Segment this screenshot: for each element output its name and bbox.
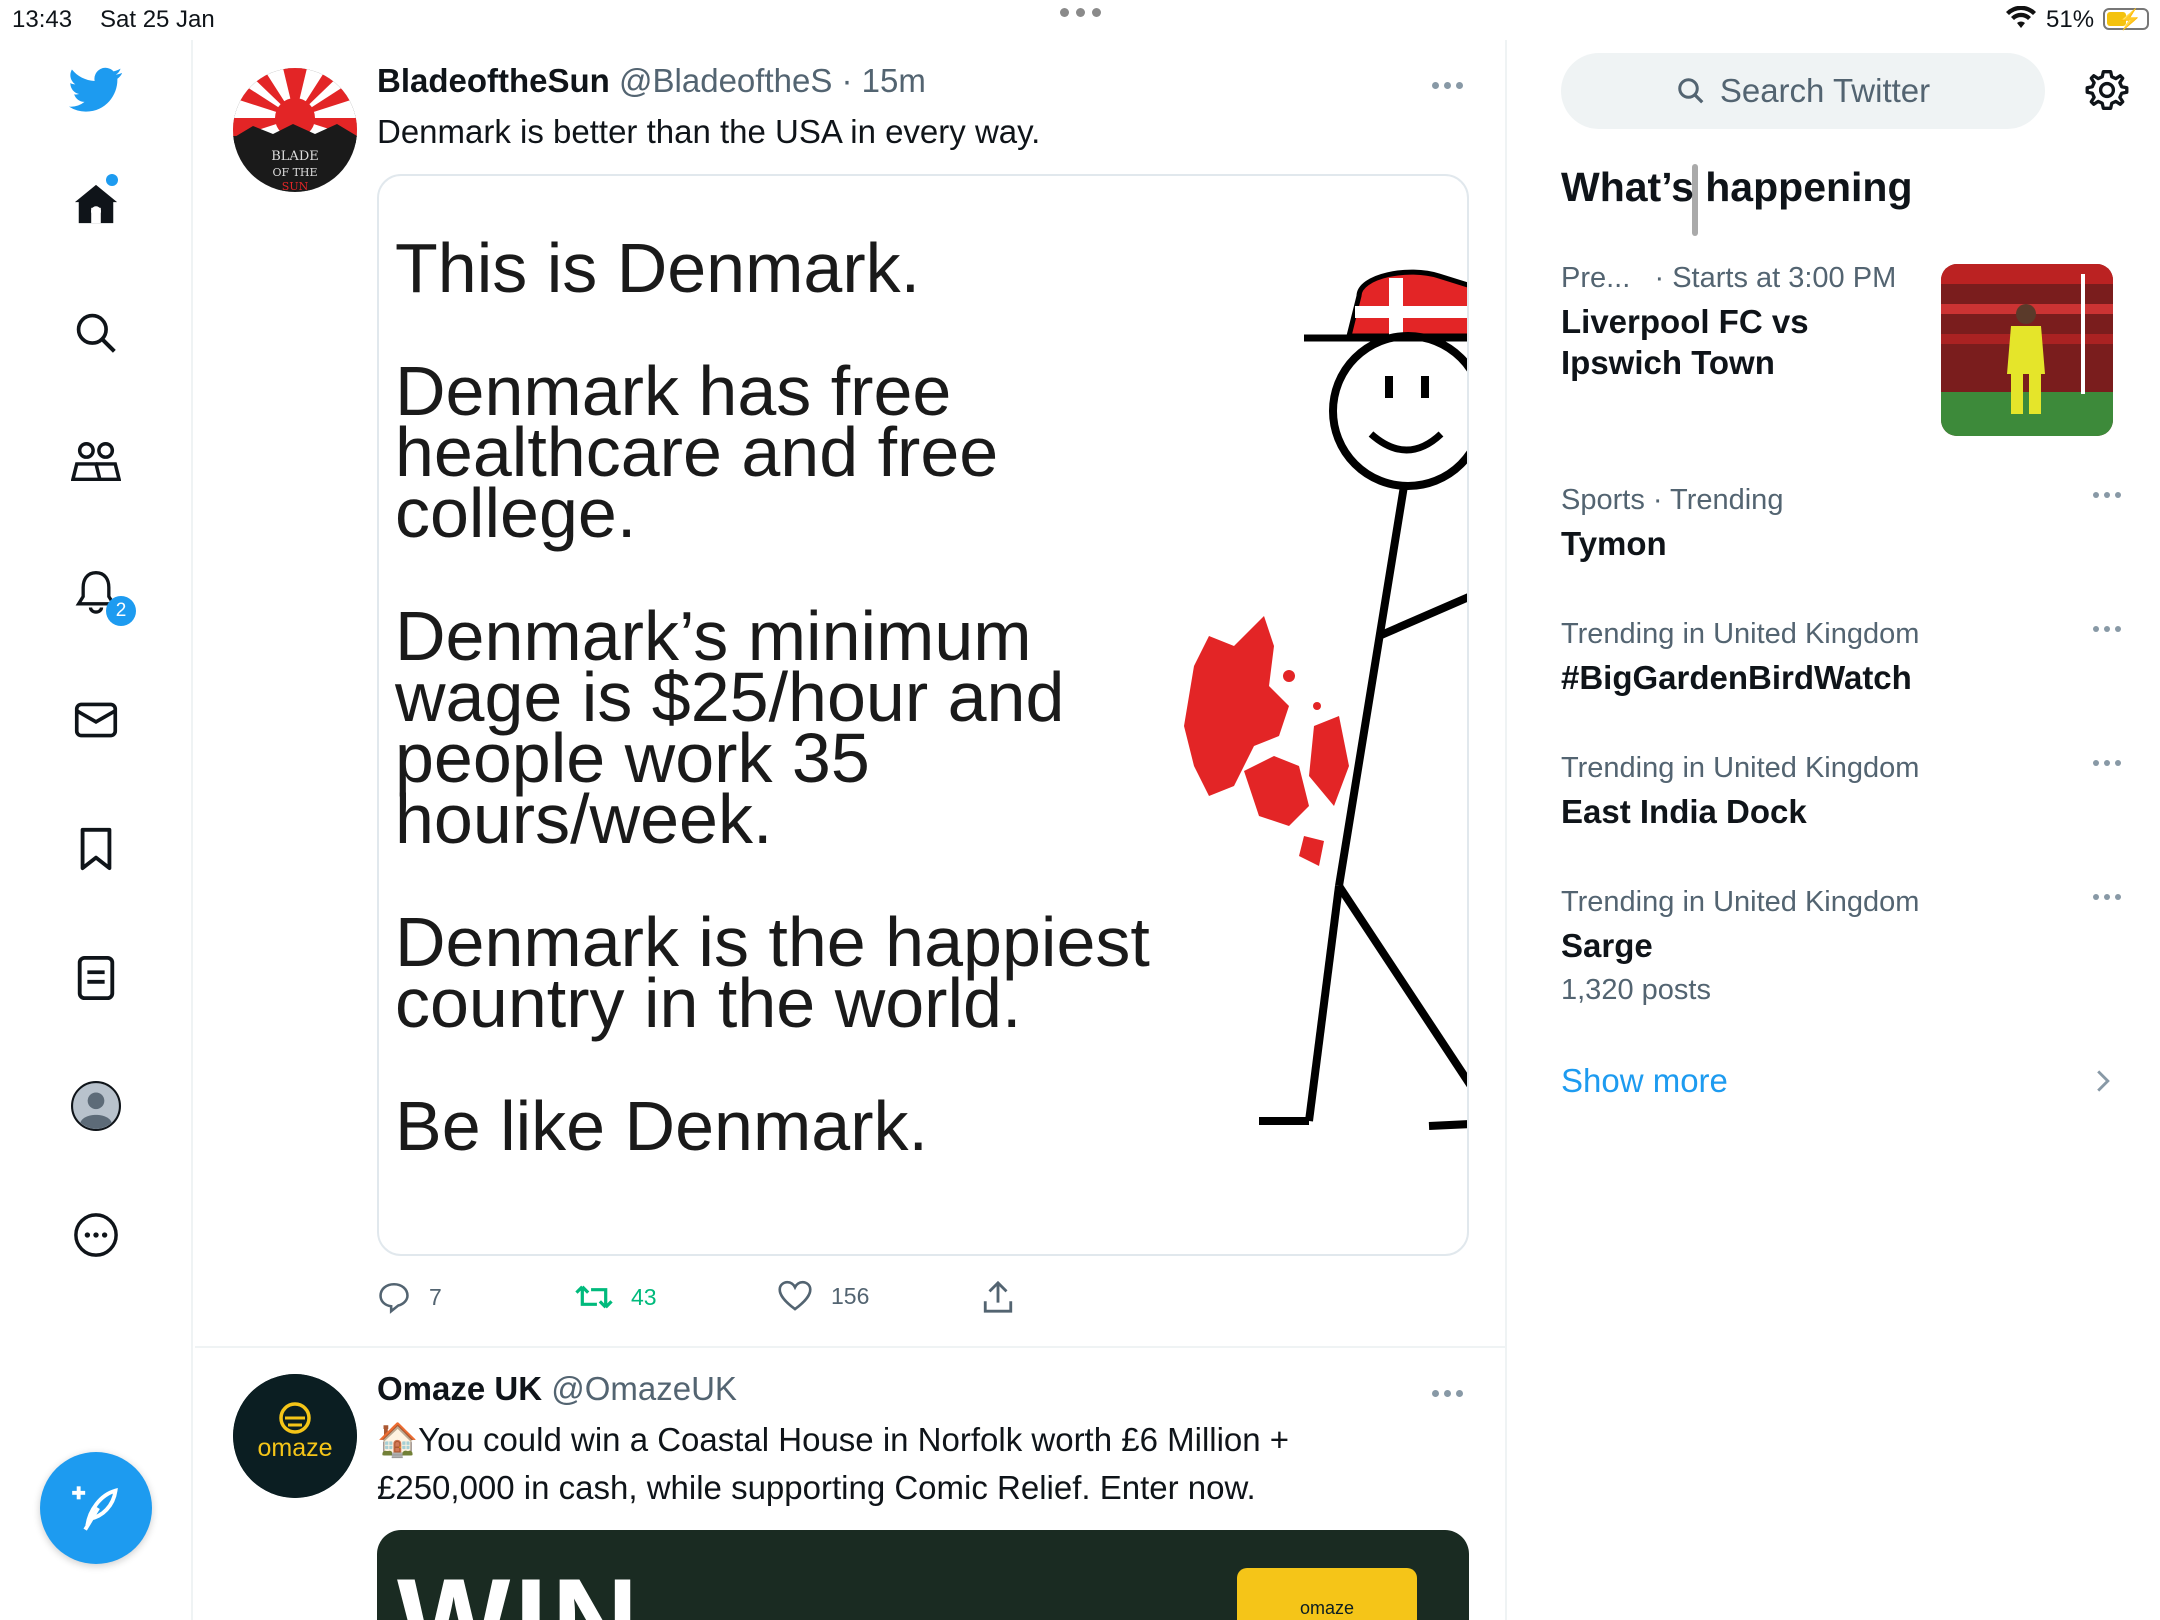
twitter-logo-icon[interactable] bbox=[60, 54, 132, 126]
share-button[interactable] bbox=[982, 1280, 1014, 1314]
svg-text:SUN: SUN bbox=[282, 180, 309, 192]
trend-context: Sports · Trending bbox=[1561, 484, 1784, 516]
retweet-count: 43 bbox=[631, 1283, 657, 1310]
handle[interactable]: @OmazeUK bbox=[551, 1370, 737, 1407]
tweet-text-line: £250,000 in cash, while supporting Comic… bbox=[377, 1469, 1256, 1506]
trend-context: Trending in United Kingdom bbox=[1561, 886, 1920, 918]
explore-icon[interactable] bbox=[60, 297, 132, 369]
image-line: Be like Denmark. bbox=[395, 1087, 928, 1165]
home-icon[interactable] bbox=[60, 168, 132, 240]
battery-percent: 51% bbox=[2046, 6, 2095, 33]
trend-thumbnail[interactable] bbox=[1941, 264, 2113, 436]
sidebar-nav: 2 bbox=[0, 40, 193, 1620]
reply-count: 7 bbox=[429, 1283, 442, 1310]
retweet-icon bbox=[575, 1285, 613, 1309]
tweet-text: Denmark is better than the USA in every … bbox=[377, 113, 1041, 150]
search-placeholder: Search Twitter bbox=[1719, 72, 1931, 109]
house-emoji: 🏠 bbox=[377, 1421, 419, 1458]
more-icon[interactable] bbox=[60, 1199, 132, 1271]
like-count: 156 bbox=[831, 1282, 870, 1309]
avatar[interactable]: BLADE OF THE SUN bbox=[233, 68, 357, 192]
compose-tweet-button[interactable] bbox=[40, 1452, 152, 1564]
trend-item[interactable]: Sports · Trending Tymon bbox=[1561, 484, 2121, 564]
timeline[interactable]: BLADE OF THE SUN BladeoftheSun @Bladeoft… bbox=[195, 40, 1698, 1620]
trend-context: Pre... bbox=[1561, 262, 1631, 294]
trend-more-button[interactable] bbox=[2093, 894, 2121, 900]
tweet[interactable]: BLADE OF THE SUN BladeoftheSun @Bladeoft… bbox=[195, 40, 1507, 1348]
show-more-link[interactable]: Show more bbox=[1561, 1062, 1728, 1100]
search-icon bbox=[1678, 78, 1704, 104]
wifi-icon bbox=[2006, 5, 2036, 37]
svg-text:OF THE: OF THE bbox=[272, 166, 317, 179]
right-sidebar: Search Twitter What’s happening Pre... ·… bbox=[1507, 40, 2160, 1620]
tweet[interactable]: omaze Omaze UK @OmazeUK 🏠You could win a… bbox=[195, 1348, 1507, 1620]
omaze-badge: omaze bbox=[1237, 1568, 1417, 1620]
tweet-actions: 7 43 156 bbox=[377, 1280, 1077, 1320]
avatar-lettering: omaze bbox=[257, 1434, 332, 1462]
display-name[interactable]: Omaze UK bbox=[377, 1370, 542, 1407]
reply-button[interactable]: 7 bbox=[377, 1280, 442, 1314]
bookmarks-icon[interactable] bbox=[60, 813, 132, 885]
tweet-more-button[interactable] bbox=[1432, 1390, 1463, 1397]
notifications-badge: 2 bbox=[106, 596, 136, 626]
chevron-right-icon bbox=[2097, 1070, 2110, 1092]
trend-item[interactable]: Trending in United Kingdom #BigGardenBir… bbox=[1561, 618, 2121, 698]
status-date: Sat 25 Jan bbox=[100, 6, 215, 33]
search-input[interactable]: Search Twitter bbox=[1561, 53, 2045, 129]
heart-icon bbox=[778, 1280, 812, 1311]
image-line: hours/week. bbox=[395, 780, 773, 858]
tweet-text: 🏠You could win a Coastal House in Norfol… bbox=[377, 1416, 1437, 1512]
avatar[interactable]: omaze bbox=[233, 1374, 357, 1498]
display-name[interactable]: BladeoftheSun bbox=[377, 62, 610, 99]
multitasking-handle[interactable] bbox=[1060, 8, 1101, 17]
status-time: 13:43 bbox=[12, 6, 73, 33]
like-button[interactable]: 156 bbox=[777, 1280, 869, 1312]
retweet-button[interactable]: 43 bbox=[575, 1280, 657, 1314]
tweet-more-button[interactable] bbox=[1432, 82, 1463, 89]
lists-icon[interactable] bbox=[60, 942, 132, 1014]
trend-context: Trending in United Kingdom bbox=[1561, 618, 1920, 650]
image-line: country in the world. bbox=[395, 964, 1022, 1042]
feather-plus-icon bbox=[72, 1486, 118, 1531]
trend-more-button[interactable] bbox=[2093, 626, 2121, 632]
share-icon bbox=[983, 1280, 1013, 1313]
settings-gear-icon[interactable] bbox=[2085, 68, 2129, 112]
trend-topic: #BigGardenBirdWatch bbox=[1561, 659, 1912, 696]
avatar-lettering: BLADE bbox=[271, 149, 319, 164]
communities-icon[interactable] bbox=[60, 426, 132, 498]
tweet-image[interactable]: This is Denmark. Denmark has free health… bbox=[377, 174, 1469, 1256]
stick-figure-illustration bbox=[1184, 269, 1467, 1130]
trend-topic: Liverpool FC vs bbox=[1561, 303, 1809, 340]
trend-item[interactable]: Trending in United Kingdom East India Do… bbox=[1561, 752, 2121, 832]
status-bar: 13:43 Sat 25 Jan 51% ⚡ bbox=[0, 0, 2160, 40]
whats-happening-title: What’s happening bbox=[1561, 164, 1913, 210]
trend-more-button[interactable] bbox=[2093, 492, 2121, 498]
trend-topic: Ipswich Town bbox=[1561, 344, 1775, 381]
trend-time: · Starts at 3:00 PM bbox=[1654, 262, 1897, 294]
trend-post-count: 1,320 posts bbox=[1561, 974, 1711, 1006]
trend-item[interactable]: Trending in United Kingdom Sarge 1,320 p… bbox=[1561, 886, 2121, 1007]
trend-topic: Tymon bbox=[1561, 525, 1667, 562]
tweet-header: BladeoftheSun @BladeoftheS · 15m bbox=[377, 62, 926, 100]
home-new-dot bbox=[106, 174, 118, 186]
tweet-text-line: You could win a Coastal House in Norfolk… bbox=[418, 1421, 1290, 1458]
profile-icon[interactable] bbox=[60, 1070, 132, 1142]
handle[interactable]: @BladeoftheS bbox=[619, 62, 832, 99]
image-line: college. bbox=[395, 474, 637, 552]
timestamp[interactable]: · 15m bbox=[842, 62, 926, 99]
trend-context: Trending in United Kingdom bbox=[1561, 752, 1920, 784]
image-line: This is Denmark. bbox=[395, 229, 921, 307]
tweet-header: Omaze UK @OmazeUK bbox=[377, 1370, 737, 1408]
trend-more-button[interactable] bbox=[2093, 760, 2121, 766]
trend-topic: Sarge bbox=[1561, 927, 1653, 964]
trend-topic: East India Dock bbox=[1561, 793, 1807, 830]
tweet-image[interactable]: WIN omaze bbox=[377, 1530, 1469, 1620]
promo-headline: WIN bbox=[397, 1552, 642, 1620]
messages-icon[interactable] bbox=[60, 684, 132, 756]
reply-icon bbox=[379, 1282, 409, 1314]
battery-icon: ⚡ bbox=[2103, 8, 2149, 31]
